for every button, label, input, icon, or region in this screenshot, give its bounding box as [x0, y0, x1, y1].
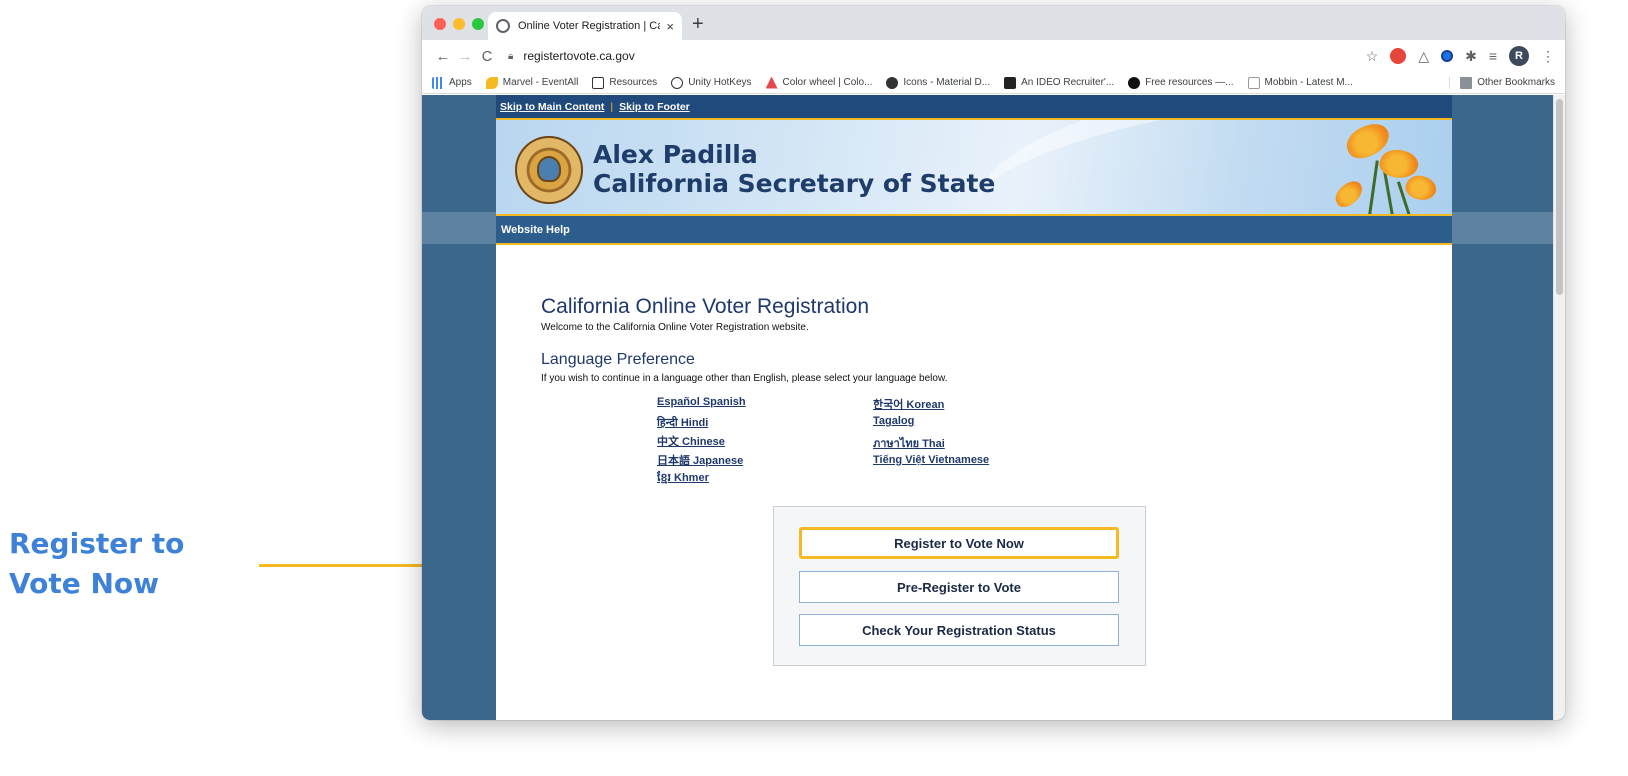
language-link-japanese[interactable]: 日本語 Japanese	[657, 452, 743, 468]
skip-links-bar: Skip to Main Content | Skip to Footer	[496, 95, 1452, 118]
bookmark-free-resources[interactable]: Free resources —...	[1128, 76, 1234, 89]
globe-icon	[496, 19, 510, 33]
website-help-link[interactable]: Website Help	[501, 224, 570, 236]
bookmark-label: Marvel - EventAll	[502, 77, 579, 88]
language-link-khmer[interactable]: ខ្មែរ Khmer	[657, 471, 709, 487]
site-banner: Alex Padilla California Secretary of Sta…	[496, 118, 1452, 216]
language-heading: Language Preference	[541, 351, 695, 368]
annotation-label-line2: Vote Now	[9, 567, 160, 600]
language-link-vietnamese[interactable]: Tiếng Việt Vietnamese	[873, 454, 989, 466]
page-title: California Online Voter Registration	[541, 295, 870, 318]
browser-toolbar: ← → C 🔒︎ registertovote.ca.gov ☆ △ ✱ ≡ R…	[422, 40, 1565, 72]
language-list: Español Spanish हिन्दी Hindi 中文 Chinese …	[657, 396, 1452, 492]
bookmark-unity[interactable]: Unity HotKeys	[671, 76, 752, 89]
other-bookmarks-label: Other Bookmarks	[1477, 77, 1555, 88]
language-link-korean[interactable]: 한국어 Korean	[873, 396, 944, 412]
bookmark-label: Free resources —...	[1145, 77, 1234, 88]
media-queue-icon[interactable]: ≡	[1489, 48, 1497, 64]
puzzle-extensions-icon[interactable]: ✱	[1465, 48, 1477, 65]
other-bookmarks[interactable]: Other Bookmarks	[1449, 76, 1555, 89]
bookmark-material-icons[interactable]: Icons - Material D...	[886, 76, 991, 89]
register-to-vote-button[interactable]: Register to Vote Now	[799, 527, 1119, 559]
warning-triangle-icon[interactable]: △	[1418, 48, 1429, 65]
browser-tab[interactable]: Online Voter Registration | Cali ×	[488, 12, 682, 40]
language-link-spanish[interactable]: Español Spanish	[657, 396, 746, 408]
url-text: registertovote.ca.gov	[523, 49, 635, 63]
dot-icon	[1128, 76, 1141, 89]
page-container: Skip to Main Content | Skip to Footer Al…	[496, 95, 1452, 720]
state-seal-logo	[515, 136, 583, 204]
scrollbar-thumb[interactable]	[1556, 99, 1563, 295]
extension-blue-icon[interactable]	[1441, 50, 1454, 62]
bookmark-marvel[interactable]: Marvel - EventAll	[485, 76, 579, 89]
site-header-name: Alex Padilla	[593, 140, 758, 169]
site-header-office: California Secretary of State	[593, 169, 996, 198]
bookmark-mobbin[interactable]: Mobbin - Latest M...	[1247, 76, 1353, 89]
address-bar[interactable]: 🔒︎ registertovote.ca.gov	[508, 43, 1358, 69]
new-tab-button[interactable]: +	[692, 14, 704, 34]
reload-icon[interactable]: C	[476, 48, 498, 65]
minimize-window-button[interactable]	[453, 18, 465, 30]
bookmark-ideo[interactable]: An IDEO Recruiter'...	[1004, 76, 1115, 89]
skip-to-main-link[interactable]: Skip to Main Content	[500, 101, 604, 113]
site-header-title: Alex Padilla California Secretary of Sta…	[593, 140, 995, 198]
welcome-text: Welcome to the California Online Voter R…	[541, 322, 809, 333]
notion-icon	[592, 76, 605, 89]
scrollbar[interactable]	[1553, 95, 1565, 720]
ideo-icon	[1004, 76, 1017, 89]
marvel-icon	[485, 76, 498, 89]
mobbin-icon	[1247, 76, 1260, 89]
zoom-window-button[interactable]	[472, 18, 484, 30]
bookmark-resources[interactable]: Resources	[592, 76, 658, 89]
bookmark-label: Icons - Material D...	[903, 77, 991, 88]
registration-actions-panel: Register to Vote Now Pre-Register to Vot…	[773, 506, 1146, 666]
toolbar-icons: ☆ △ ✱ ≡ R ⋮	[1366, 46, 1555, 66]
bookmark-label: Mobbin - Latest M...	[1264, 77, 1353, 88]
unity-icon	[671, 76, 684, 89]
bookmark-color-wheel[interactable]: Color wheel | Colo...	[765, 76, 873, 89]
profile-avatar[interactable]: R	[1509, 46, 1529, 66]
skip-to-footer-link[interactable]: Skip to Footer	[619, 101, 690, 113]
lock-icon: 🔒︎	[508, 50, 514, 62]
bookmark-label: Resources	[609, 77, 658, 88]
web-viewport: Skip to Main Content | Skip to Footer Al…	[422, 95, 1565, 720]
folder-icon	[1460, 76, 1473, 89]
back-arrow-icon[interactable]: ←	[432, 48, 454, 65]
close-tab-icon[interactable]: ×	[666, 19, 674, 34]
side-band-right	[1452, 212, 1553, 244]
language-link-tagalog[interactable]: Tagalog	[873, 415, 914, 427]
side-band-left	[422, 212, 496, 244]
main-content: California Online Voter Registration Wel…	[496, 245, 1452, 492]
browser-window: Online Voter Registration | Cali × + ← →…	[422, 6, 1565, 720]
apps-grid-icon	[432, 76, 444, 89]
annotation-label-line1: Register to	[9, 527, 185, 560]
language-link-hindi[interactable]: हिन्दी Hindi	[657, 415, 708, 430]
bookmarks-bar: Apps Marvel - EventAll Resources Unity H…	[422, 72, 1565, 94]
forward-arrow-icon[interactable]: →	[454, 48, 476, 65]
pre-register-button[interactable]: Pre-Register to Vote	[799, 571, 1119, 603]
kebab-menu-icon[interactable]: ⋮	[1541, 48, 1555, 65]
check-registration-status-button[interactable]: Check Your Registration Status	[799, 614, 1119, 646]
tab-title: Online Voter Registration | Cali	[518, 20, 661, 32]
skip-separator: |	[610, 100, 614, 113]
github-icon	[886, 76, 899, 89]
bookmark-apps[interactable]: Apps	[432, 76, 472, 89]
bookmark-label: Unity HotKeys	[688, 77, 752, 88]
language-instruction: If you wish to continue in a language ot…	[541, 373, 948, 384]
tab-strip: Online Voter Registration | Cali × +	[422, 6, 1565, 40]
language-link-chinese[interactable]: 中文 Chinese	[657, 433, 725, 449]
close-window-button[interactable]	[434, 18, 446, 30]
help-nav-bar: Website Help	[496, 216, 1452, 245]
seal-shield-icon	[537, 156, 561, 182]
screenshot-stage: Register to Vote Now Online Voter Regist…	[0, 0, 1628, 776]
bookmark-label: Apps	[449, 77, 472, 88]
adobe-icon	[765, 76, 778, 89]
bookmark-label: An IDEO Recruiter'...	[1021, 77, 1115, 88]
language-link-thai[interactable]: ภาษาไทย Thai	[873, 434, 945, 452]
bookmark-star-icon[interactable]: ☆	[1366, 48, 1379, 65]
bookmark-label: Color wheel | Colo...	[782, 77, 873, 88]
annotation-label: Register to Vote Now	[9, 524, 219, 604]
extension-red-icon[interactable]	[1390, 48, 1407, 64]
